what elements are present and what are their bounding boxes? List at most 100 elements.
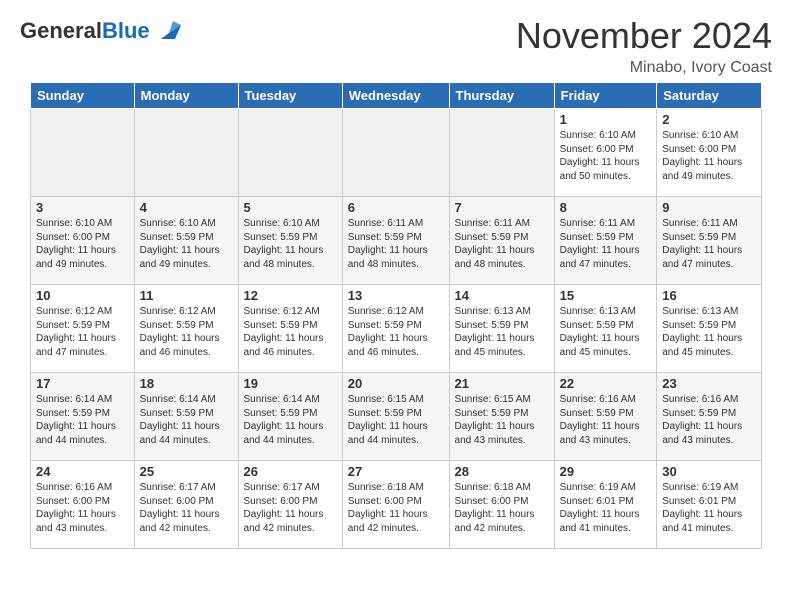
header-wednesday: Wednesday [342, 83, 449, 109]
logo-icon [153, 15, 185, 47]
table-row [449, 109, 554, 197]
table-row: 13 Sunrise: 6:12 AMSunset: 5:59 PMDayligh… [342, 285, 449, 373]
logo-general: General [20, 18, 102, 43]
day-info: Sunrise: 6:14 AMSunset: 5:59 PMDaylight:… [244, 393, 337, 447]
table-row: 7 Sunrise: 6:11 AMSunset: 5:59 PMDaylight… [449, 197, 554, 285]
day-info: Sunrise: 6:10 AMSunset: 6:00 PMDaylight:… [560, 129, 652, 183]
table-row: 24Sunrise: 6:16 AMSunset: 6:00 PMDayligh… [31, 461, 135, 549]
day-info: Sunrise: 6:12 AMSunset: 5:59 PMDaylight:… [140, 305, 233, 359]
day-number: 18 [140, 376, 233, 391]
day-info: Sunrise: 6:14 AMSunset: 5:59 PMDaylight:… [36, 393, 129, 447]
day-info: Sunrise: 6:15 AMSunset: 5:59 PMDaylight:… [455, 393, 549, 447]
table-row: 17 Sunrise: 6:14 AMSunset: 5:59 PMDayligh… [31, 373, 135, 461]
day-number: 16 [662, 288, 756, 303]
table-row: 16 Sunrise: 6:13 AMSunset: 5:59 PMDayligh… [657, 285, 762, 373]
day-number: 17 [36, 376, 129, 391]
table-row: 5 Sunrise: 6:10 AMSunset: 5:59 PMDaylight… [238, 197, 342, 285]
day-info: Sunrise: 6:16 AMSunset: 5:59 PMDaylight:… [560, 393, 652, 447]
table-row: 9Sunrise: 6:11 AMSunset: 5:59 PMDaylight… [657, 197, 762, 285]
header-monday: Monday [134, 83, 238, 109]
table-row: 18 Sunrise: 6:14 AMSunset: 5:59 PMDayligh… [134, 373, 238, 461]
day-info: Sunrise: 6:10 AMSunset: 6:00 PMDaylight:… [36, 217, 129, 271]
header-sunday: Sunday [31, 83, 135, 109]
day-number: 25 [140, 464, 233, 479]
table-row: 3 Sunrise: 6:10 AMSunset: 6:00 PMDaylight… [31, 197, 135, 285]
calendar-header-row: Sunday Monday Tuesday Wednesday Thursday… [31, 83, 762, 109]
table-row: 25 Sunrise: 6:17 AMSunset: 6:00 PMDayligh… [134, 461, 238, 549]
table-row: 6Sunrise: 6:11 AMSunset: 5:59 PMDaylight… [342, 197, 449, 285]
day-info: Sunrise: 6:12 AMSunset: 5:59 PMDaylight:… [348, 305, 444, 359]
table-row [238, 109, 342, 197]
week-row-2: 3 Sunrise: 6:10 AMSunset: 6:00 PMDaylight… [31, 197, 762, 285]
table-row: 10 Sunrise: 6:12 AMSunset: 5:59 PMDayligh… [31, 285, 135, 373]
day-number: 26 [244, 464, 337, 479]
day-info: Sunrise: 6:16 AMSunset: 5:59 PMDaylight:… [662, 393, 756, 447]
day-number: 2 [662, 112, 756, 127]
day-info: Sunrise: 6:10 AMSunset: 6:00 PMDaylight:… [662, 129, 756, 183]
day-info: Sunrise: 6:18 AMSunset: 6:00 PMDaylight:… [348, 481, 444, 535]
table-row: 26 Sunrise: 6:17 AMSunset: 6:00 PMDayligh… [238, 461, 342, 549]
day-info: Sunrise: 6:10 AMSunset: 5:59 PMDaylight:… [244, 217, 337, 271]
day-number: 24 [36, 464, 129, 479]
day-info: Sunrise: 6:11 AMSunset: 5:59 PMDaylight:… [455, 217, 549, 271]
table-row: 30 Sunrise: 6:19 AMSunset: 6:01 PMDayligh… [657, 461, 762, 549]
table-row: 29 Sunrise: 6:19 AMSunset: 6:01 PMDayligh… [554, 461, 657, 549]
table-row [31, 109, 135, 197]
day-number: 20 [348, 376, 444, 391]
day-info: Sunrise: 6:11 AMSunset: 5:59 PMDaylight:… [662, 217, 756, 271]
table-row: 15Sunrise: 6:13 AMSunset: 5:59 PMDayligh… [554, 285, 657, 373]
table-row: 14 Sunrise: 6:13 AMSunset: 5:59 PMDayligh… [449, 285, 554, 373]
day-number: 30 [662, 464, 756, 479]
day-info: Sunrise: 6:13 AMSunset: 5:59 PMDaylight:… [455, 305, 549, 359]
table-row: 8 Sunrise: 6:11 AMSunset: 5:59 PMDaylight… [554, 197, 657, 285]
day-number: 12 [244, 288, 337, 303]
table-row: 28Sunrise: 6:18 AMSunset: 6:00 PMDayligh… [449, 461, 554, 549]
day-info: Sunrise: 6:13 AMSunset: 5:59 PMDaylight:… [560, 305, 652, 359]
week-row-5: 24Sunrise: 6:16 AMSunset: 6:00 PMDayligh… [31, 461, 762, 549]
day-number: 23 [662, 376, 756, 391]
table-row: 22Sunrise: 6:16 AMSunset: 5:59 PMDayligh… [554, 373, 657, 461]
day-number: 7 [455, 200, 549, 215]
location: Minabo, Ivory Coast [516, 59, 772, 77]
table-row: 4Sunrise: 6:10 AMSunset: 5:59 PMDaylight… [134, 197, 238, 285]
table-row: 27 Sunrise: 6:18 AMSunset: 6:00 PMDayligh… [342, 461, 449, 549]
day-number: 3 [36, 200, 129, 215]
day-number: 28 [455, 464, 549, 479]
title-area: November 2024 Minabo, Ivory Coast [516, 15, 772, 77]
day-info: Sunrise: 6:19 AMSunset: 6:01 PMDaylight:… [662, 481, 756, 535]
day-number: 5 [244, 200, 337, 215]
day-info: Sunrise: 6:14 AMSunset: 5:59 PMDaylight:… [140, 393, 233, 447]
day-info: Sunrise: 6:11 AMSunset: 5:59 PMDaylight:… [348, 217, 444, 271]
table-row: 2 Sunrise: 6:10 AMSunset: 6:00 PMDaylight… [657, 109, 762, 197]
table-row: 19 Sunrise: 6:14 AMSunset: 5:59 PMDayligh… [238, 373, 342, 461]
day-info: Sunrise: 6:12 AMSunset: 5:59 PMDaylight:… [36, 305, 129, 359]
header-friday: Friday [554, 83, 657, 109]
day-number: 27 [348, 464, 444, 479]
day-number: 13 [348, 288, 444, 303]
table-row: 21Sunrise: 6:15 AMSunset: 5:59 PMDayligh… [449, 373, 554, 461]
page-header: GeneralBlue November 2024 Minabo, Ivory … [0, 0, 792, 82]
table-row [134, 109, 238, 197]
day-number: 29 [560, 464, 652, 479]
table-row [342, 109, 449, 197]
day-info: Sunrise: 6:13 AMSunset: 5:59 PMDaylight:… [662, 305, 756, 359]
week-row-1: 1 Sunrise: 6:10 AMSunset: 6:00 PMDaylight… [31, 109, 762, 197]
day-info: Sunrise: 6:17 AMSunset: 6:00 PMDaylight:… [140, 481, 233, 535]
month-title: November 2024 [516, 15, 772, 57]
day-number: 10 [36, 288, 129, 303]
calendar-wrapper: Sunday Monday Tuesday Wednesday Thursday… [0, 82, 792, 549]
day-number: 14 [455, 288, 549, 303]
logo: GeneralBlue [20, 15, 185, 47]
day-info: Sunrise: 6:11 AMSunset: 5:59 PMDaylight:… [560, 217, 652, 271]
day-number: 4 [140, 200, 233, 215]
day-number: 19 [244, 376, 337, 391]
header-thursday: Thursday [449, 83, 554, 109]
header-tuesday: Tuesday [238, 83, 342, 109]
calendar-table: Sunday Monday Tuesday Wednesday Thursday… [30, 82, 762, 549]
day-info: Sunrise: 6:17 AMSunset: 6:00 PMDaylight:… [244, 481, 337, 535]
day-number: 1 [560, 112, 652, 127]
logo-text: GeneralBlue [20, 18, 150, 44]
day-number: 8 [560, 200, 652, 215]
day-info: Sunrise: 6:19 AMSunset: 6:01 PMDaylight:… [560, 481, 652, 535]
table-row: 12Sunrise: 6:12 AMSunset: 5:59 PMDayligh… [238, 285, 342, 373]
